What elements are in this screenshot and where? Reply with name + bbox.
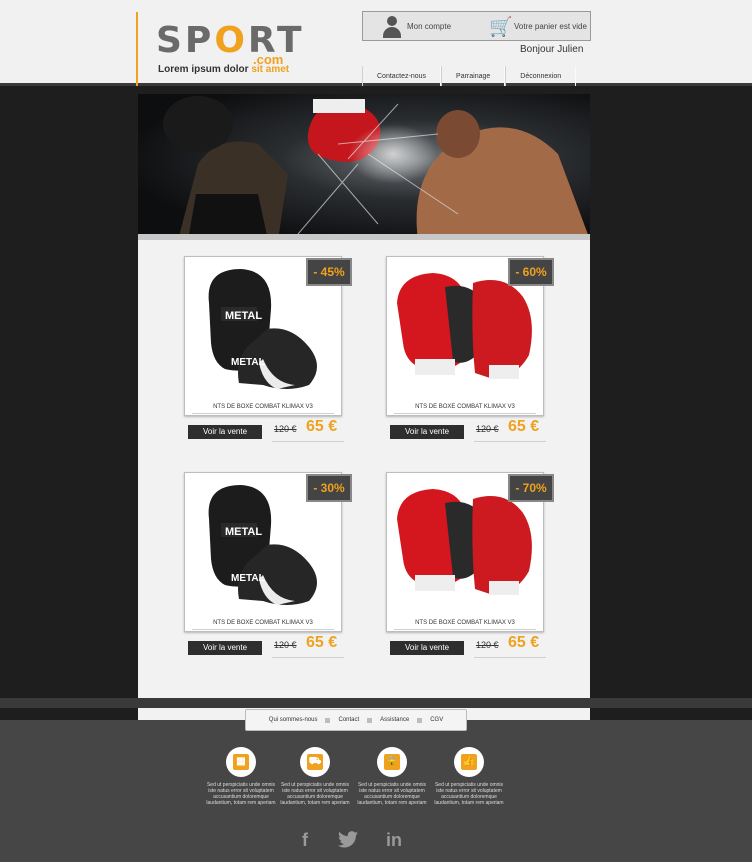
lock-icon: 🔒 bbox=[384, 754, 400, 770]
header-nav: Contactez-nous Parrainage Déconnexion bbox=[362, 66, 577, 86]
main-content: METAL METAL - 45% NTS DE BOXE COMBAT KLI… bbox=[138, 94, 590, 698]
footer-link-support[interactable]: Assistance bbox=[380, 717, 409, 723]
discount-badge: - 30% bbox=[306, 474, 352, 502]
svg-text:METAL: METAL bbox=[225, 310, 262, 322]
site-header: SPORT .com Lorem ipsum dolor sit amet Mo… bbox=[0, 0, 752, 86]
account-box: Mon compte 🛒 Votre panier est vide bbox=[362, 11, 591, 41]
new-price: 65 € bbox=[508, 634, 540, 651]
separator bbox=[325, 717, 331, 723]
logo-accent-bar bbox=[136, 12, 138, 86]
divider bbox=[272, 441, 344, 442]
account-link[interactable]: Mon compte bbox=[407, 22, 451, 31]
nav-referral[interactable]: Parrainage bbox=[441, 66, 506, 86]
separator bbox=[417, 717, 423, 723]
feature-item: 🔒 Sed ut perspiciatis unde omnis iste na… bbox=[357, 747, 427, 806]
footer-link-about[interactable]: Qui sommes-nous bbox=[269, 717, 318, 723]
old-price: 120 € bbox=[476, 424, 499, 434]
divider bbox=[394, 629, 536, 630]
user-icon[interactable] bbox=[383, 16, 401, 38]
view-sale-button[interactable]: Voir la vente bbox=[188, 425, 262, 439]
logo-text-o: O bbox=[214, 20, 248, 61]
product-name: NTS DE BOXE COMBAT KLIMAX V3 bbox=[415, 404, 515, 410]
tagline: Lorem ipsum dolor sit amet bbox=[158, 64, 289, 75]
divider bbox=[192, 629, 334, 630]
package-icon: ▦ bbox=[233, 754, 249, 770]
divider bbox=[394, 413, 536, 414]
separator bbox=[367, 717, 373, 723]
twitter-icon[interactable] bbox=[338, 831, 358, 848]
hero-banner-image bbox=[138, 94, 590, 240]
hero-divider bbox=[138, 234, 590, 240]
facebook-icon[interactable]: f bbox=[302, 830, 308, 851]
cart-icon[interactable]: 🛒 bbox=[489, 15, 513, 39]
footer-nav: Qui sommes-nous Contact Assistance CGV bbox=[245, 709, 467, 731]
old-price: 120 € bbox=[274, 640, 297, 650]
discount-badge: - 45% bbox=[306, 258, 352, 286]
feature-text: Sed ut perspiciatis unde omnis iste natu… bbox=[206, 782, 276, 806]
divider bbox=[192, 413, 334, 414]
new-price: 65 € bbox=[306, 418, 338, 435]
feature-text: Sed ut perspiciatis unde omnis iste natu… bbox=[280, 782, 350, 806]
linkedin-icon[interactable]: in bbox=[386, 830, 402, 851]
discount-badge: - 70% bbox=[508, 474, 554, 502]
hero-flare bbox=[348, 124, 438, 184]
product-card: - 60% NTS DE BOXE COMBAT KLIMAX V3 Voir … bbox=[386, 256, 556, 446]
old-price: 120 € bbox=[274, 424, 297, 434]
site-logo[interactable]: SPORT .com bbox=[156, 23, 305, 68]
feature-text: Sed ut perspiciatis unde omnis iste natu… bbox=[357, 782, 427, 806]
product-name: NTS DE BOXE COMBAT KLIMAX V3 bbox=[415, 620, 515, 626]
logo-text-prefix: SP bbox=[156, 20, 215, 61]
site-footer: ▦ Sed ut perspiciatis unde omnis iste na… bbox=[0, 720, 752, 862]
view-sale-button[interactable]: Voir la vente bbox=[390, 641, 464, 655]
product-name: NTS DE BOXE COMBAT KLIMAX V3 bbox=[213, 404, 313, 410]
footer-link-contact[interactable]: Contact bbox=[338, 717, 359, 723]
user-greeting: Bonjour Julien bbox=[520, 44, 584, 55]
tagline-main: Lorem ipsum dolor bbox=[158, 64, 252, 75]
thumbs-up-icon: 👍 bbox=[461, 754, 477, 770]
view-sale-button[interactable]: Voir la vente bbox=[188, 641, 262, 655]
cart-status[interactable]: Votre panier est vide bbox=[514, 22, 587, 31]
svg-text:METAL: METAL bbox=[231, 357, 265, 368]
view-sale-button[interactable]: Voir la vente bbox=[390, 425, 464, 439]
feature-item: ▦ Sed ut perspiciatis unde omnis iste na… bbox=[206, 747, 276, 806]
svg-text:METAL: METAL bbox=[231, 573, 265, 584]
product-card: - 70% NTS DE BOXE COMBAT KLIMAX V3 Voir … bbox=[386, 472, 556, 662]
new-price: 65 € bbox=[508, 418, 540, 435]
divider bbox=[474, 441, 546, 442]
feature-text: Sed ut perspiciatis unde omnis iste natu… bbox=[434, 782, 504, 806]
svg-text:METAL: METAL bbox=[225, 526, 262, 538]
truck-icon: ⛟ bbox=[307, 754, 323, 770]
nav-contact[interactable]: Contactez-nous bbox=[362, 66, 442, 86]
discount-badge: - 60% bbox=[508, 258, 554, 286]
product-name: NTS DE BOXE COMBAT KLIMAX V3 bbox=[213, 620, 313, 626]
product-card: METAL METAL - 45% NTS DE BOXE COMBAT KLI… bbox=[184, 256, 354, 446]
footer-band bbox=[0, 698, 752, 708]
old-price: 120 € bbox=[476, 640, 499, 650]
footer-link-terms[interactable]: CGV bbox=[430, 717, 443, 723]
tagline-accent: sit amet bbox=[251, 64, 290, 75]
divider bbox=[272, 657, 344, 658]
divider bbox=[474, 657, 546, 658]
feature-item: 👍 Sed ut perspiciatis unde omnis iste na… bbox=[434, 747, 504, 806]
new-price: 65 € bbox=[306, 634, 338, 651]
feature-item: ⛟ Sed ut perspiciatis unde omnis iste na… bbox=[280, 747, 350, 806]
product-card: METAL METAL - 30% NTS DE BOXE COMBAT KLI… bbox=[184, 472, 354, 662]
nav-logout[interactable]: Déconnexion bbox=[505, 66, 577, 86]
